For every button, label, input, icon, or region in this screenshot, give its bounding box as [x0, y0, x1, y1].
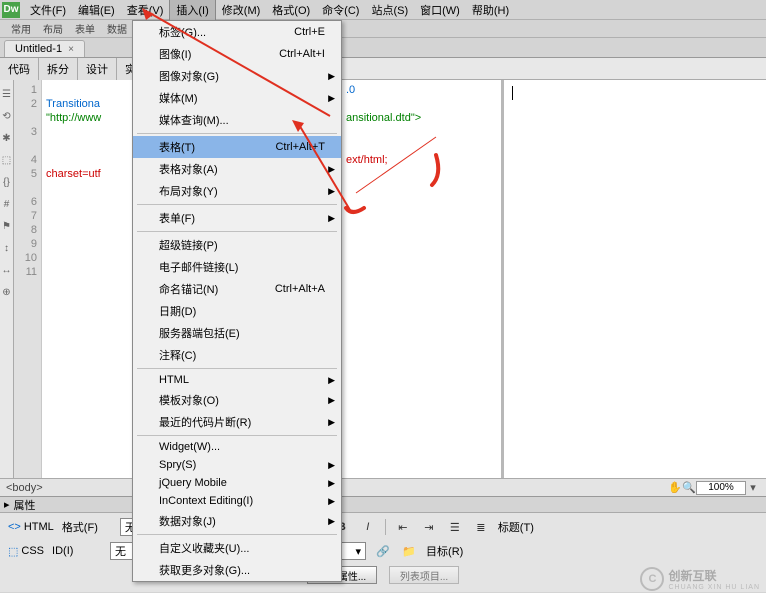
tool-icon[interactable]: ✱	[1, 132, 13, 144]
menu-window[interactable]: 窗口(W)	[414, 0, 466, 20]
watermark-url: CHUANG XIN HU LIAN	[668, 584, 760, 591]
menu-item[interactable]: 标签(G)...Ctrl+E	[133, 21, 341, 43]
menu-item[interactable]: 电子邮件链接(L)	[133, 256, 341, 278]
text-cursor	[512, 86, 513, 100]
ul-button[interactable]: ☰	[446, 519, 464, 535]
menu-item[interactable]: 注释(C)	[133, 344, 341, 366]
css-mode-button[interactable]: ⬚CSS	[8, 545, 44, 558]
design-pane[interactable]	[504, 80, 766, 478]
ol-button[interactable]: ≣	[472, 519, 490, 535]
tool-icon[interactable]: #	[1, 198, 13, 210]
properties-title[interactable]: ▸属性	[0, 496, 766, 512]
watermark-name: 创新互联	[668, 567, 760, 584]
cat-common[interactable]: 常用	[6, 20, 36, 37]
title-label: 标题(T)	[498, 519, 548, 535]
target-label: 目标(R)	[426, 543, 476, 559]
menu-item[interactable]: HTML▶	[133, 371, 341, 389]
menu-item[interactable]: Widget(W)...	[133, 438, 341, 456]
menu-item[interactable]: 服务器端包括(E)	[133, 322, 341, 344]
cat-layout[interactable]: 布局	[38, 20, 68, 37]
doc-tab-label: Untitled-1	[15, 43, 62, 55]
app-logo: Dw	[2, 2, 20, 18]
menu-item[interactable]: 媒体查询(M)...	[133, 109, 341, 131]
menu-item[interactable]: 自定义收藏夹(U)...	[133, 537, 341, 559]
tool-icon[interactable]: ☰	[1, 88, 13, 100]
outdent-button[interactable]: ⇤	[394, 519, 412, 535]
tool-icon[interactable]: ↔	[1, 264, 13, 276]
tool-icon[interactable]: {}	[1, 176, 13, 188]
menu-site[interactable]: 站点(S)	[365, 0, 414, 20]
status-bar: <body> ✋ 🔍 ▾	[0, 478, 766, 496]
menubar: Dw 文件(F) 编辑(E) 查看(V) 插入(I) 修改(M) 格式(O) 命…	[0, 0, 766, 20]
tool-icon[interactable]: ⊕	[1, 286, 13, 298]
menu-item[interactable]: 数据对象(J)▶	[133, 510, 341, 532]
indent-button[interactable]: ⇥	[420, 519, 438, 535]
watermark-logo: C	[640, 567, 664, 591]
document-tabs: Untitled-1 ×	[0, 38, 766, 58]
zoom-input[interactable]	[696, 481, 746, 495]
cat-data[interactable]: 数据	[102, 20, 132, 37]
menu-format[interactable]: 格式(O)	[266, 0, 316, 20]
folder-icon[interactable]: 📁	[400, 543, 418, 559]
menu-item[interactable]: 图像对象(G)▶	[133, 65, 341, 87]
id-label: ID(I)	[52, 545, 102, 557]
line-gutter: 1234567891011	[14, 80, 42, 478]
doc-tab-untitled[interactable]: Untitled-1 ×	[4, 40, 85, 57]
menu-item[interactable]: 表单(F)▶	[133, 207, 341, 229]
cat-forms[interactable]: 表单	[70, 20, 100, 37]
menu-item[interactable]: 超级链接(P)	[133, 234, 341, 256]
menu-commands[interactable]: 命令(C)	[316, 0, 365, 20]
menu-item[interactable]: 模板对象(O)▶	[133, 389, 341, 411]
hand-icon[interactable]: ✋	[668, 481, 682, 495]
insert-dropdown: 标签(G)...Ctrl+E图像(I)Ctrl+Alt+I图像对象(G)▶媒体(…	[132, 20, 342, 582]
tab-design[interactable]: 设计	[78, 58, 117, 80]
link-icon[interactable]: 🔗	[374, 543, 392, 559]
menu-item[interactable]: 日期(D)	[133, 300, 341, 322]
chevron-down-icon[interactable]: ▾	[746, 481, 760, 495]
menu-item[interactable]: 表格对象(A)▶	[133, 158, 341, 180]
zoom-icon[interactable]: 🔍	[682, 481, 696, 495]
menu-item[interactable]: 布局对象(Y)▶	[133, 180, 341, 202]
list-item-button: 列表项目...	[389, 566, 459, 584]
menu-item[interactable]: InContext Editing(I)▶	[133, 492, 341, 510]
menu-edit[interactable]: 编辑(E)	[72, 0, 121, 20]
menu-modify[interactable]: 修改(M)	[216, 0, 267, 20]
menu-item[interactable]: jQuery Mobile▶	[133, 474, 341, 492]
code-toolbar: ☰ ⟲ ✱ ⬚ {} # ⚑ ↕ ↔ ⊕	[0, 80, 14, 478]
html-mode-button[interactable]: <>HTML	[8, 521, 54, 533]
format-label: 格式(F)	[62, 519, 112, 535]
menu-insert[interactable]: 插入(I)	[169, 0, 215, 21]
menu-file[interactable]: 文件(F)	[24, 0, 72, 20]
watermark: C 创新互联 CHUANG XIN HU LIAN	[640, 567, 760, 591]
italic-button[interactable]: I	[359, 519, 377, 535]
menu-item[interactable]: 图像(I)Ctrl+Alt+I	[133, 43, 341, 65]
menu-item[interactable]: 媒体(M)▶	[133, 87, 341, 109]
menu-item[interactable]: 表格(T)Ctrl+Alt+T	[133, 136, 341, 158]
menu-help[interactable]: 帮助(H)	[466, 0, 515, 20]
tag-selector[interactable]: <body>	[6, 482, 43, 494]
tool-icon[interactable]: ⚑	[1, 220, 13, 232]
tool-icon[interactable]: ↕	[1, 242, 13, 254]
tab-code[interactable]: 代码	[0, 58, 39, 80]
tool-icon[interactable]: ⟲	[1, 110, 13, 122]
tab-split[interactable]: 拆分	[39, 58, 78, 80]
menu-item[interactable]: Spry(S)▶	[133, 456, 341, 474]
menu-item[interactable]: 最近的代码片断(R)▶	[133, 411, 341, 433]
tool-icon[interactable]: ⬚	[1, 154, 13, 166]
close-icon[interactable]: ×	[68, 44, 74, 55]
menu-item[interactable]: 命名锚记(N)Ctrl+Alt+A	[133, 278, 341, 300]
menu-view[interactable]: 查看(V)	[121, 0, 170, 20]
menu-item[interactable]: 获取更多对象(G)...	[133, 559, 341, 581]
category-toolbar: 常用 布局 表单 数据 Spry	[0, 20, 766, 38]
view-mode-tabs: 代码 拆分 设计 实	[0, 58, 766, 80]
